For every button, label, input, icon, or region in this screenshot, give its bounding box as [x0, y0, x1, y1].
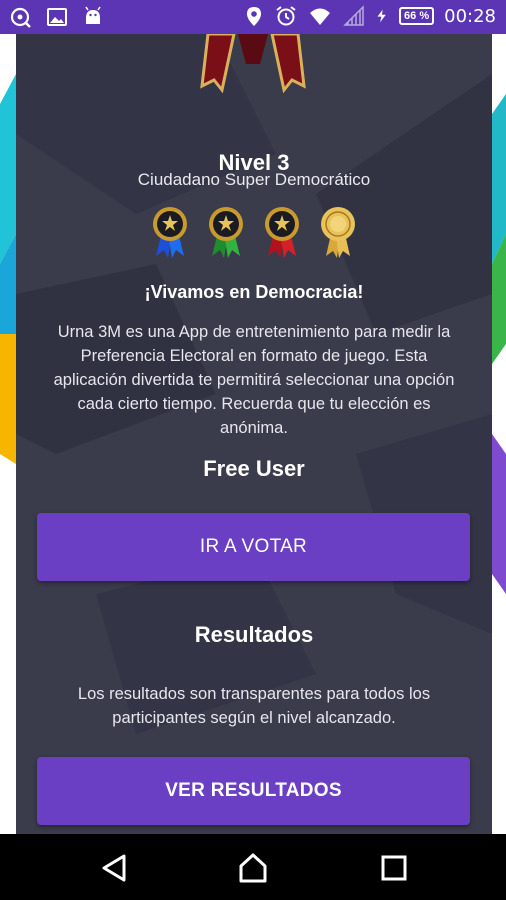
signal-icon [343, 5, 364, 26]
alarm-icon [276, 6, 296, 26]
charging-icon [377, 9, 386, 23]
ribbon-icon [200, 34, 306, 94]
app-notification-icon [10, 7, 31, 28]
android-icon [85, 6, 101, 24]
location-icon [247, 7, 262, 26]
blue-medal-icon [153, 207, 187, 258]
app-description: Urna 3M es una App de entretenimiento pa… [53, 323, 455, 437]
medal-row [16, 206, 492, 260]
wifi-icon [310, 8, 331, 25]
view-results-button[interactable]: VER RESULTADOS [37, 757, 470, 825]
results-title: Resultados [194, 622, 314, 647]
home-icon[interactable] [236, 852, 270, 884]
user-type-label: Free User [203, 456, 305, 481]
status-bar: 66 % 00:28 [0, 0, 506, 34]
recents-icon[interactable] [376, 852, 410, 884]
background-left-edge [0, 34, 16, 834]
image-icon [47, 8, 67, 26]
background-right-edge [492, 34, 506, 834]
red-medal-icon [265, 207, 299, 258]
clock: 00:28 [444, 5, 496, 27]
navigation-bar [0, 834, 506, 900]
battery-level: 66 % [399, 7, 435, 25]
results-description: Los resultados son transparentes para to… [77, 685, 431, 727]
green-medal-icon [209, 207, 243, 258]
headline: ¡Vivamos en Democracia! [144, 282, 364, 302]
back-icon[interactable] [98, 852, 132, 884]
gold-seal-icon [321, 207, 355, 258]
level-name: Ciudadano Super Democrático [137, 170, 371, 189]
vote-button[interactable]: IR A VOTAR [37, 513, 470, 581]
main-card: Nivel 3 Ciudadano Super Democrático ¡Viv… [16, 34, 492, 834]
